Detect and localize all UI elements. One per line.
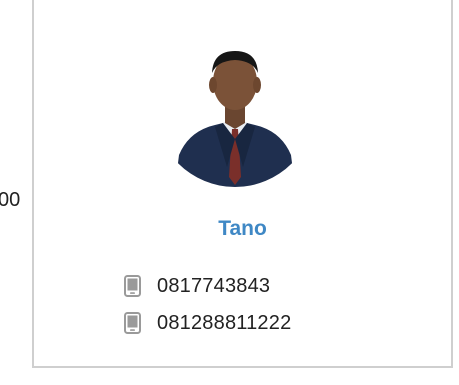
phone-number[interactable]: 081288811222 bbox=[157, 311, 291, 335]
avatar bbox=[155, 27, 315, 187]
phone-number[interactable]: 0817743843 bbox=[157, 274, 270, 298]
contact-name: Tano bbox=[218, 217, 267, 240]
contact-card: Tano 0817743843 081288811222 bbox=[32, 0, 453, 368]
phone-row: 0817743843 bbox=[124, 274, 270, 298]
phone-row: 081288811222 bbox=[124, 311, 291, 335]
mobile-phone-icon bbox=[124, 275, 141, 297]
mobile-phone-icon bbox=[124, 312, 141, 334]
clipped-text-fragment: 00 bbox=[0, 189, 21, 211]
avatar-photo bbox=[155, 27, 315, 187]
page: 00 Tano 0817743843 081288811222 bbox=[0, 0, 459, 385]
